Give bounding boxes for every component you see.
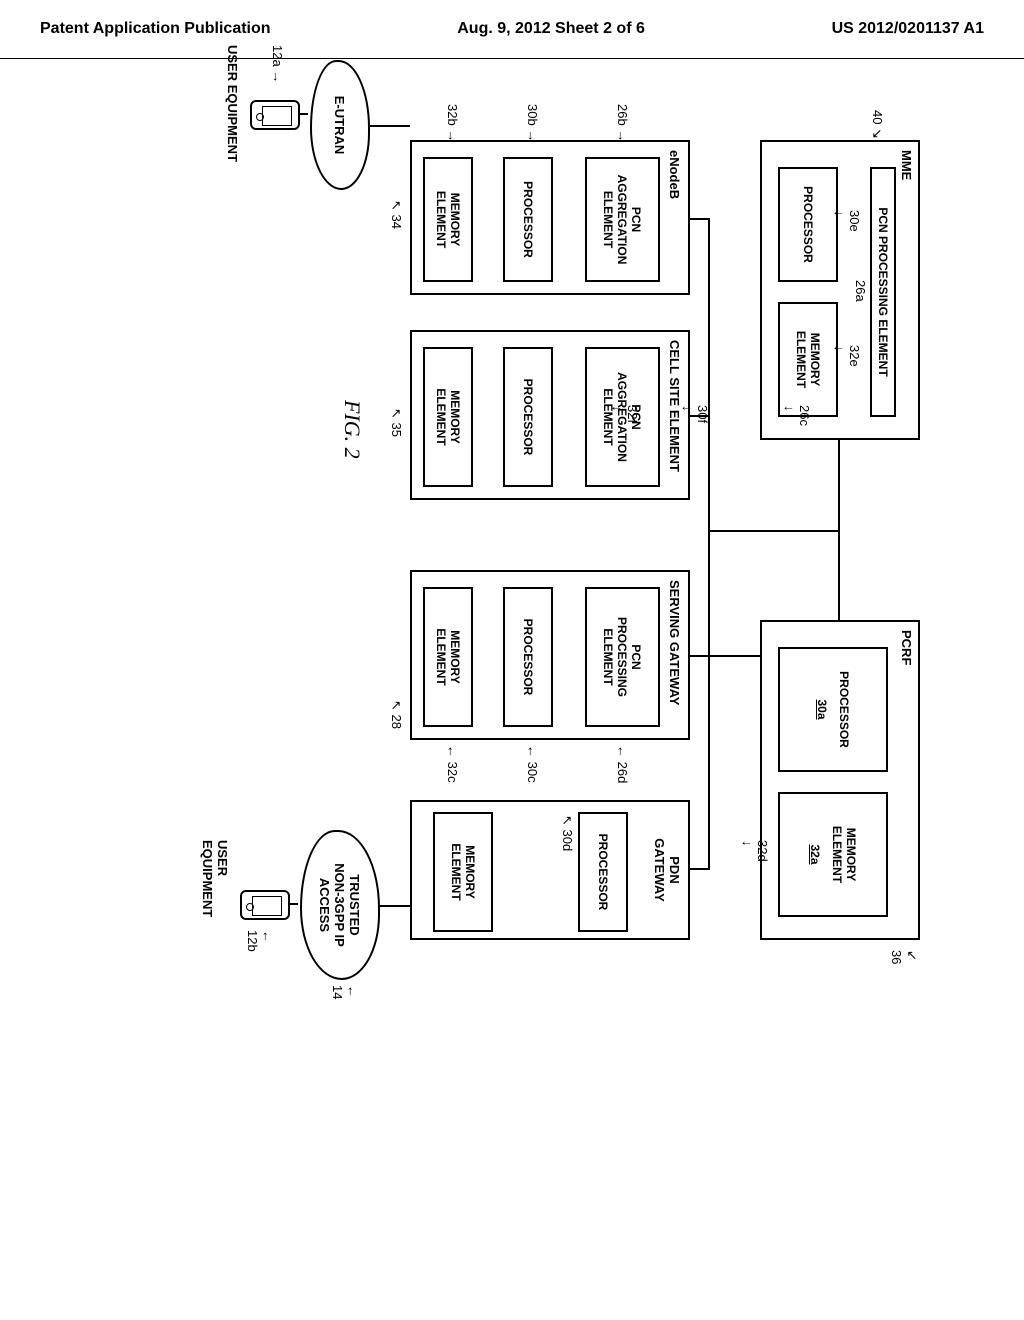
pcrf-box: PCRF PROCESSOR 30a MEMORY ELEMENT 32a xyxy=(760,620,920,940)
mme-pcn-ref: 26a xyxy=(853,280,868,302)
sgw-mem-ref: ← 32c xyxy=(445,745,460,783)
line-middle xyxy=(708,218,710,868)
ue-a-label: USER EQUIPMENT xyxy=(225,45,240,162)
enodeb-proc-ref: 30b → xyxy=(525,104,540,142)
enodeb-processor: PROCESSOR xyxy=(503,157,553,282)
pcrf-title: PCRF xyxy=(899,630,914,665)
mme-pcn-element: PCN PROCESSING ELEMENT xyxy=(870,167,896,417)
enodeb-pcn-ref: 26b → xyxy=(615,104,630,142)
figure-label: FIG. 2 xyxy=(339,400,365,459)
trusted-label: TRUSTED NON-3GPP IP ACCESS xyxy=(300,830,380,980)
enodeb-pcn: PCN AGGREGATION ELEMENT xyxy=(585,157,660,282)
phone-icon-b xyxy=(240,890,290,920)
sgw-pcn-ref: ← 26d xyxy=(615,745,630,783)
enodeb-title: eNodeB xyxy=(667,150,682,199)
line-mme-down xyxy=(710,530,840,532)
sgw-box-ref: ↖ 28 xyxy=(388,700,404,729)
sgw-proc-ref: ← 30c xyxy=(525,745,540,783)
mme-proc-ref: 30e↓ xyxy=(832,210,862,232)
pdn-processor: PROCESSOR xyxy=(578,812,628,932)
sgw-processor: PROCESSOR xyxy=(503,587,553,727)
sgw-memory: MEMORY ELEMENT xyxy=(423,587,473,727)
mme-title: MME xyxy=(899,150,914,180)
cellsite-box: CELL SITE ELEMENT PCN AGGREGATION ELEMEN… xyxy=(410,330,690,500)
line-down-trusted xyxy=(378,905,410,907)
pdn-mem-ref: 32d↓ xyxy=(740,840,770,862)
header-left: Patent Application Publication xyxy=(40,20,271,38)
mme-box: MME PCN PROCESSING ELEMENT PROCESSOR MEM… xyxy=(760,140,920,440)
cellsite-memory: MEMORY ELEMENT xyxy=(423,347,473,487)
cellsite-box-ref: ↖ 35 xyxy=(388,408,404,437)
cellsite-mem-ref: 32f↓ xyxy=(610,405,640,423)
ue-b-label: USER EQUIPMENT xyxy=(200,840,230,940)
diagram: MME PCN PROCESSING ELEMENT PROCESSOR MEM… xyxy=(0,140,920,940)
enodeb-mem-ref: 32b → xyxy=(445,104,460,142)
mme-mem-ref: 32e↓ xyxy=(832,345,862,367)
cellsite-processor: PROCESSOR xyxy=(503,347,553,487)
ue-a-ref: 12a → xyxy=(270,45,285,83)
pdn-box: PDN GATEWAY PROCESSOR MEMORY ELEMENT xyxy=(410,800,690,940)
page-header: Patent Application Publication Aug. 9, 2… xyxy=(0,0,1024,59)
enodeb-memory: MEMORY ELEMENT xyxy=(423,157,473,282)
pcrf-memory: MEMORY ELEMENT 32a xyxy=(778,792,888,917)
sgw-box: SERVING GATEWAY PCN PROCESSING ELEMENT P… xyxy=(410,570,690,740)
mme-ref: 40 ↘ xyxy=(869,110,885,139)
phone-antenna-b xyxy=(288,903,298,905)
cellsite-pcn-ref: 26c↓ xyxy=(782,405,812,426)
line-v2 xyxy=(690,415,710,417)
line-v4 xyxy=(690,868,710,870)
line-v3 xyxy=(690,655,760,657)
enodeb-box-ref: ↖ 34 xyxy=(388,200,404,229)
pdn-proc-ref: ↖ 30d xyxy=(559,815,575,851)
mme-memory: MEMORY ELEMENT xyxy=(778,302,838,417)
sgw-pcn: PCN PROCESSING ELEMENT xyxy=(585,587,660,727)
phone-icon-a xyxy=(250,100,300,130)
trusted-ref: ← 14 xyxy=(330,985,360,999)
ue-b-ref: ← 12b xyxy=(245,930,275,952)
header-center: Aug. 9, 2012 Sheet 2 of 6 xyxy=(457,20,645,38)
phone-antenna-a xyxy=(298,113,308,115)
pcrf-processor: PROCESSOR 30a xyxy=(778,647,888,772)
pcrf-ref: ↙ 36 xyxy=(889,950,920,964)
mme-processor: PROCESSOR xyxy=(778,167,838,282)
line-down-eutran xyxy=(370,125,410,127)
header-right: US 2012/0201137 A1 xyxy=(832,20,984,38)
enodeb-box: eNodeB PCN AGGREGATION ELEMENT PROCESSOR… xyxy=(410,140,690,295)
pdn-memory: MEMORY ELEMENT xyxy=(433,812,493,932)
eutran-label: E-UTRAN xyxy=(310,60,370,190)
sgw-title: SERVING GATEWAY xyxy=(667,580,682,705)
pdn-title: PDN GATEWAY xyxy=(652,802,682,938)
line-v1 xyxy=(690,218,710,220)
